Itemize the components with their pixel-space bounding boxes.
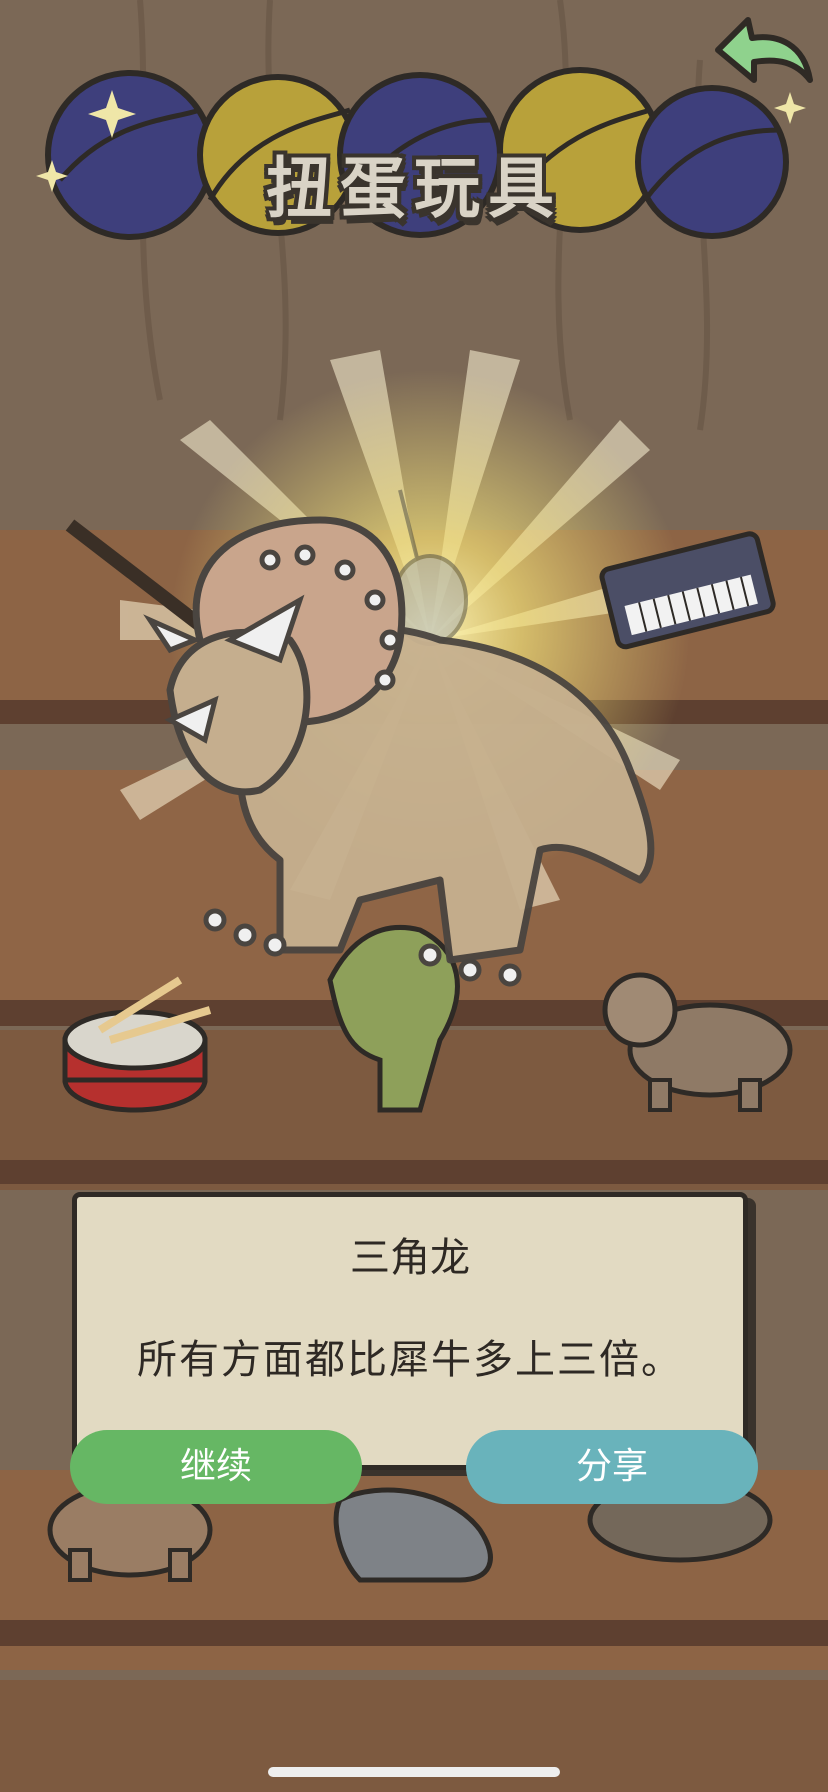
continue-button[interactable]: 继续	[70, 1430, 362, 1504]
dialog-description: 所有方面都比犀牛多上三倍。	[137, 1337, 683, 1383]
share-button[interactable]: 分享	[466, 1430, 758, 1504]
home-indicator[interactable]	[268, 1767, 560, 1777]
dialog-title: 三角龙	[350, 1235, 470, 1281]
triceratops-figure	[143, 516, 655, 987]
info-dialog: 三角龙 所有方面都比犀牛多上三倍。	[72, 1192, 748, 1470]
